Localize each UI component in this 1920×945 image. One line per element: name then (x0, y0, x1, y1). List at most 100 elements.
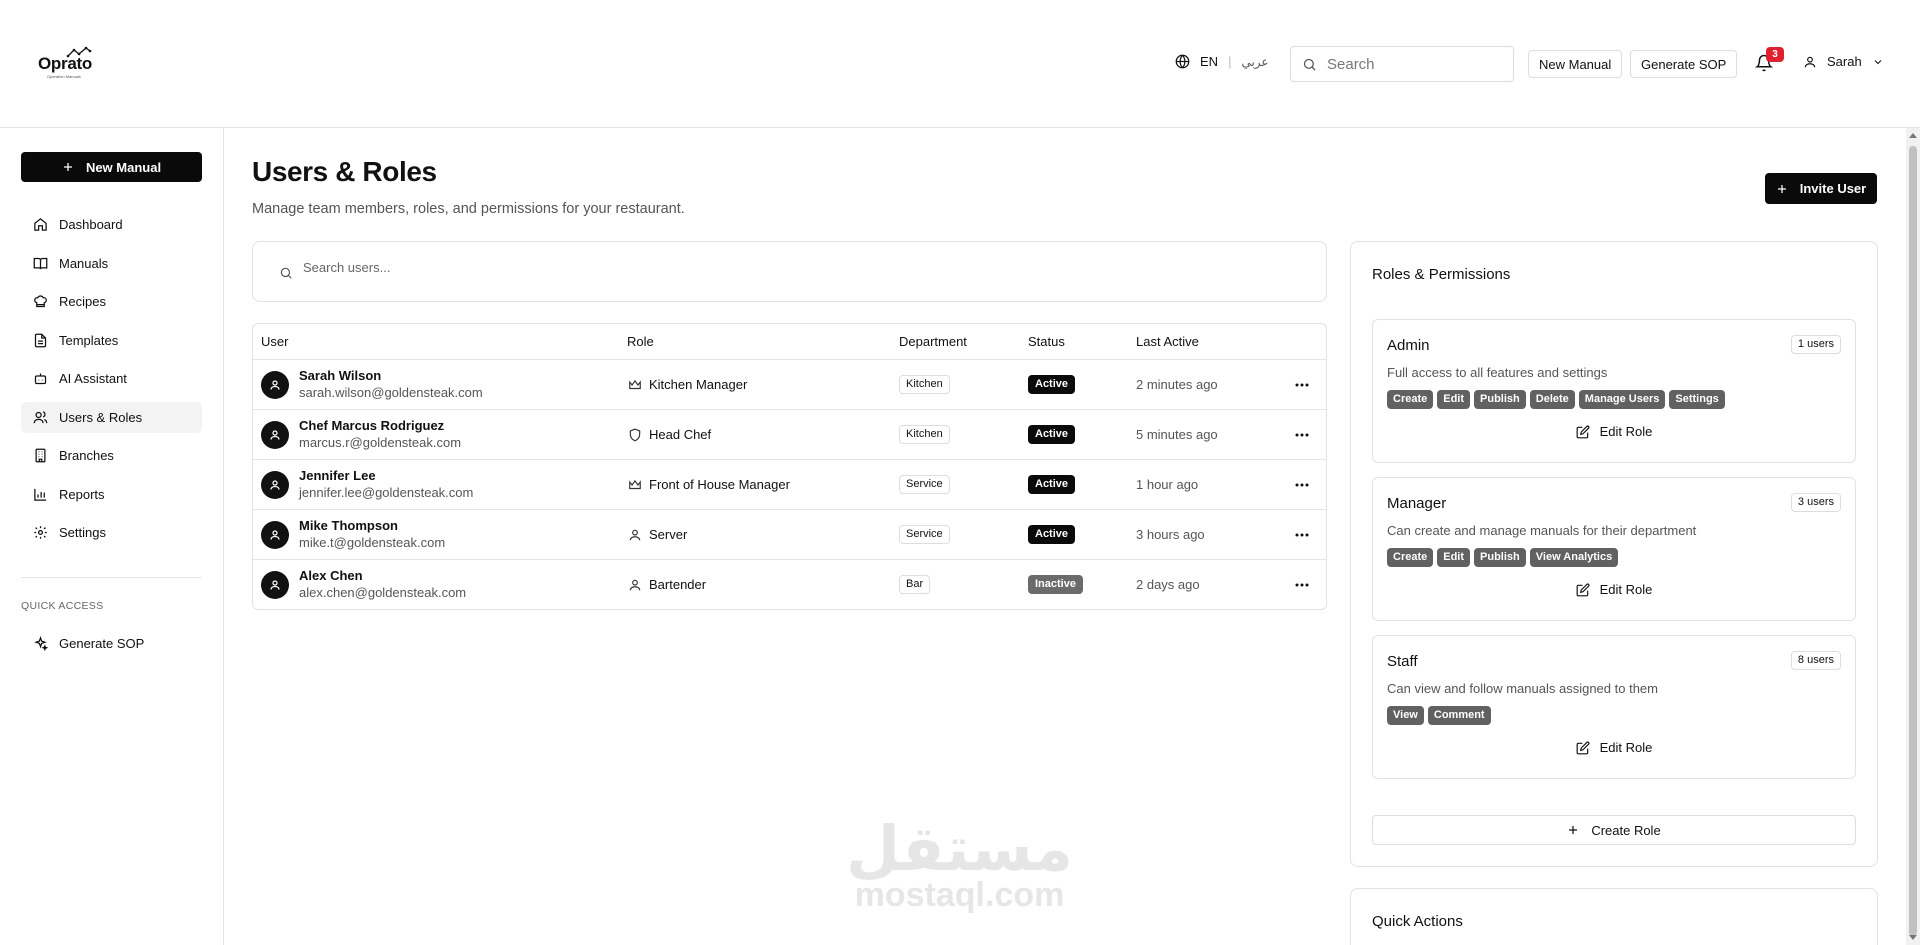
table-header: User Role Department Status Last Active (253, 324, 1326, 360)
roles-permissions-panel: Roles & Permissions Admin 1 users Full a… (1350, 241, 1878, 867)
department-badge: Kitchen (899, 375, 950, 394)
shield-icon (629, 428, 641, 441)
bot-icon (34, 373, 47, 385)
header-search-input[interactable] (1327, 55, 1497, 73)
sidebar-item-reports[interactable]: Reports (21, 479, 202, 510)
user-role: Server (628, 527, 687, 542)
column-header-role[interactable]: Role (627, 334, 654, 349)
avatar (261, 421, 289, 449)
role-name: Staff (1387, 653, 1418, 670)
edit-role-button[interactable]: Edit Role (1373, 582, 1855, 597)
plus-icon (1569, 826, 1578, 834)
more-actions-icon[interactable] (1291, 424, 1313, 446)
last-active: 2 days ago (1136, 577, 1200, 592)
header-new-manual-button[interactable]: New Manual (1528, 50, 1623, 78)
lang-ar[interactable]: عربي (1241, 55, 1268, 69)
scroll-down-arrow-icon[interactable] (1909, 935, 1917, 940)
user-email: sarah.wilson@goldensteak.com (299, 385, 483, 400)
logo[interactable]: Oprato Operation Manuals (38, 46, 102, 80)
last-active: 2 minutes ago (1136, 377, 1218, 392)
page-scrollbar[interactable] (1906, 128, 1920, 945)
edit-icon (1576, 425, 1590, 438)
watermark-arabic: مستقل (846, 812, 1073, 885)
permission-chip: Publish (1474, 548, 1526, 567)
book-open-icon (33, 257, 48, 269)
role-card-admin: Admin 1 users Full access to all feature… (1372, 319, 1856, 463)
permission-chip: View (1387, 706, 1424, 725)
invite-user-button[interactable]: Invite User (1765, 173, 1877, 204)
header-search[interactable] (1290, 46, 1514, 82)
permission-chip: Edit (1437, 548, 1471, 567)
table-row[interactable]: Jennifer Lee jennifer.lee@goldensteak.co… (253, 460, 1326, 510)
ellipsis-icon (1295, 533, 1309, 537)
user-role-label: Head Chef (649, 427, 712, 442)
ellipsis-icon (1295, 433, 1309, 437)
edit-role-label: Edit Role (1599, 424, 1653, 439)
permission-chip: Delete (1529, 390, 1575, 409)
more-actions-icon[interactable] (1291, 574, 1313, 596)
scroll-thumb[interactable] (1909, 146, 1917, 936)
sidebar-item-recipes[interactable]: Recipes (21, 286, 202, 317)
sidebar-item-dashboard[interactable]: Dashboard (21, 209, 202, 240)
more-actions-icon[interactable] (1291, 374, 1313, 396)
language-switcher[interactable]: EN | عربي (1175, 54, 1269, 69)
lang-en[interactable]: EN (1200, 54, 1218, 69)
user-search-input[interactable] (303, 260, 903, 275)
user-role-label: Kitchen Manager (649, 377, 748, 392)
user-icon (270, 380, 280, 390)
table-row[interactable]: Mike Thompson mike.t@goldensteak.com Ser… (253, 510, 1326, 560)
quick-access-label: QUICK ACCESS (21, 600, 104, 612)
sidebar-item-label: Reports (59, 486, 105, 502)
role-card-staff: Staff 8 users Can view and follow manual… (1372, 635, 1856, 779)
column-header-status[interactable]: Status (1028, 334, 1065, 349)
role-description: Full access to all features and settings (1387, 365, 1608, 380)
last-active: 3 hours ago (1136, 527, 1205, 542)
table-row[interactable]: Chef Marcus Rodriguez marcus.r@goldenste… (253, 410, 1326, 460)
user-icon (270, 430, 280, 440)
status-badge: Active (1028, 375, 1076, 394)
permission-chip: Comment (1427, 706, 1491, 725)
column-header-department[interactable]: Department (899, 334, 967, 349)
edit-role-label: Edit Role (1599, 582, 1653, 597)
table-row[interactable]: Sarah Wilson sarah.wilson@goldensteak.co… (253, 360, 1326, 410)
column-header-user[interactable]: User (261, 334, 288, 349)
sidebar-item-label: Manuals (59, 255, 109, 271)
scroll-up-arrow-icon[interactable] (1909, 133, 1917, 138)
sidebar-item-ai-assistant[interactable]: AI Assistant (21, 363, 202, 394)
permission-chip: Manage Users (1578, 390, 1666, 409)
user-email: marcus.r@goldensteak.com (299, 435, 462, 450)
edit-role-button[interactable]: Edit Role (1373, 424, 1855, 439)
header-generate-sop-button[interactable]: Generate SOP (1630, 50, 1738, 78)
edit-icon (1576, 583, 1590, 596)
sidebar-item-templates[interactable]: Templates (21, 325, 202, 356)
edit-role-button[interactable]: Edit Role (1373, 740, 1855, 755)
sidebar-item-label: Generate SOP (59, 636, 145, 651)
logo-subtext: Operation Manuals (47, 74, 81, 79)
bar-chart-icon (34, 488, 47, 501)
role-description: Can create and manage manuals for their … (1387, 523, 1697, 538)
sidebar-item-users-roles[interactable]: Users & Roles (21, 401, 202, 433)
column-header-last-active[interactable]: Last Active (1136, 334, 1199, 349)
status-badge: Inactive (1028, 575, 1083, 594)
user-icon (629, 579, 641, 590)
edit-role-label: Edit Role (1599, 740, 1653, 755)
user-name: Sarah Wilson (299, 368, 382, 383)
more-actions-icon[interactable] (1291, 524, 1313, 546)
sidebar-new-manual-button[interactable]: New Manual (21, 152, 202, 182)
create-role-button[interactable]: Create Role (1372, 815, 1856, 845)
status-badge: Active (1028, 425, 1076, 444)
invite-user-label: Invite User (1799, 181, 1867, 196)
sidebar-item-manuals[interactable]: Manuals (21, 248, 202, 279)
sidebar-item-generate-sop[interactable]: Generate SOP (21, 628, 202, 659)
more-actions-icon[interactable] (1291, 474, 1313, 496)
globe-icon (1175, 54, 1190, 69)
sidebar-item-settings[interactable]: Settings (21, 517, 202, 548)
ellipsis-icon (1295, 483, 1309, 487)
table-row[interactable]: Alex Chen alex.chen@goldensteak.com Bart… (253, 560, 1326, 610)
user-menu[interactable]: Sarah (1803, 54, 1884, 69)
permission-chip: View Analytics (1529, 548, 1619, 567)
building-icon (35, 448, 46, 463)
user-email: alex.chen@goldensteak.com (299, 585, 467, 600)
ellipsis-icon (1295, 583, 1309, 587)
sidebar-item-branches[interactable]: Branches (21, 440, 202, 471)
